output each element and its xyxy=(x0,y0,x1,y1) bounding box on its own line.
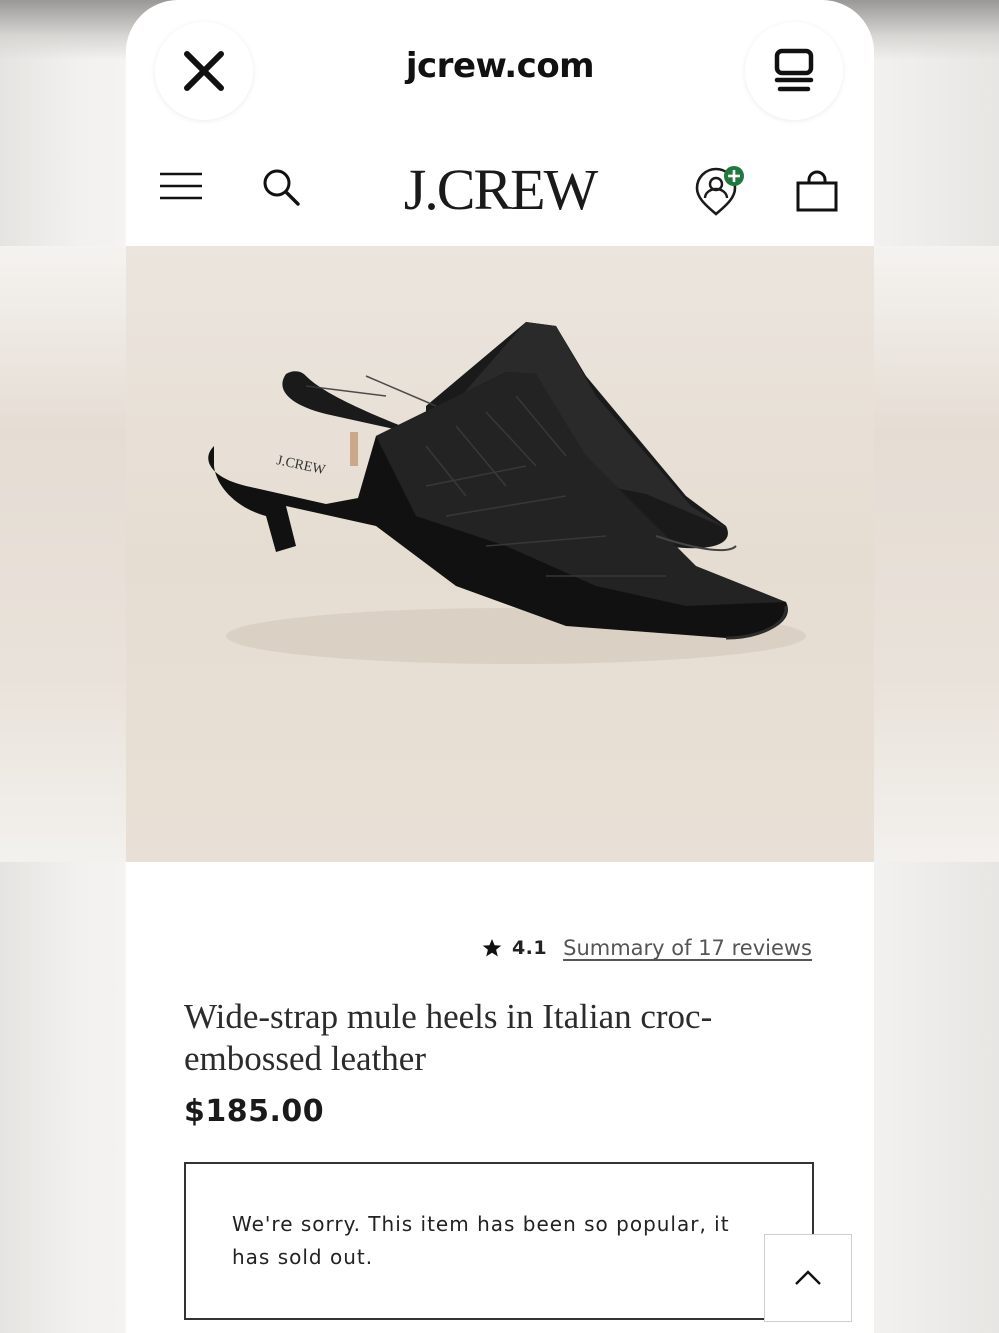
sold-out-message: We're sorry. This item has been so popul… xyxy=(232,1212,730,1269)
browser-window: jcrew.com J.CREW J.CREW 4.1 Summary of 1… xyxy=(126,0,874,1333)
background-blur-right xyxy=(874,246,999,862)
product-photo: J.CREW xyxy=(208,322,806,664)
rating-row: 4.1 Summary of 17 reviews xyxy=(482,936,812,960)
svg-text:J.CREW: J.CREW xyxy=(275,453,327,478)
product-price: $185.00 xyxy=(184,1094,325,1129)
star-icon xyxy=(482,939,502,957)
chevron-up-icon xyxy=(795,1270,821,1285)
scroll-to-top-button[interactable] xyxy=(764,1234,852,1322)
product-title: Wide-strap mule heels in Italian croc-em… xyxy=(184,997,713,1078)
tabs-button[interactable] xyxy=(745,22,843,120)
product-image[interactable]: J.CREW xyxy=(126,246,874,862)
browser-url-bar: jcrew.com xyxy=(126,0,874,140)
tabs-icon xyxy=(774,48,814,92)
reviews-summary-link[interactable]: Summary of 17 reviews xyxy=(563,936,812,960)
jcrew-logo[interactable]: J.CREW xyxy=(126,156,874,223)
sold-out-notice: We're sorry. This item has been so popul… xyxy=(184,1162,814,1320)
rating-value: 4.1 xyxy=(511,937,548,959)
background-blur-left xyxy=(0,246,126,862)
